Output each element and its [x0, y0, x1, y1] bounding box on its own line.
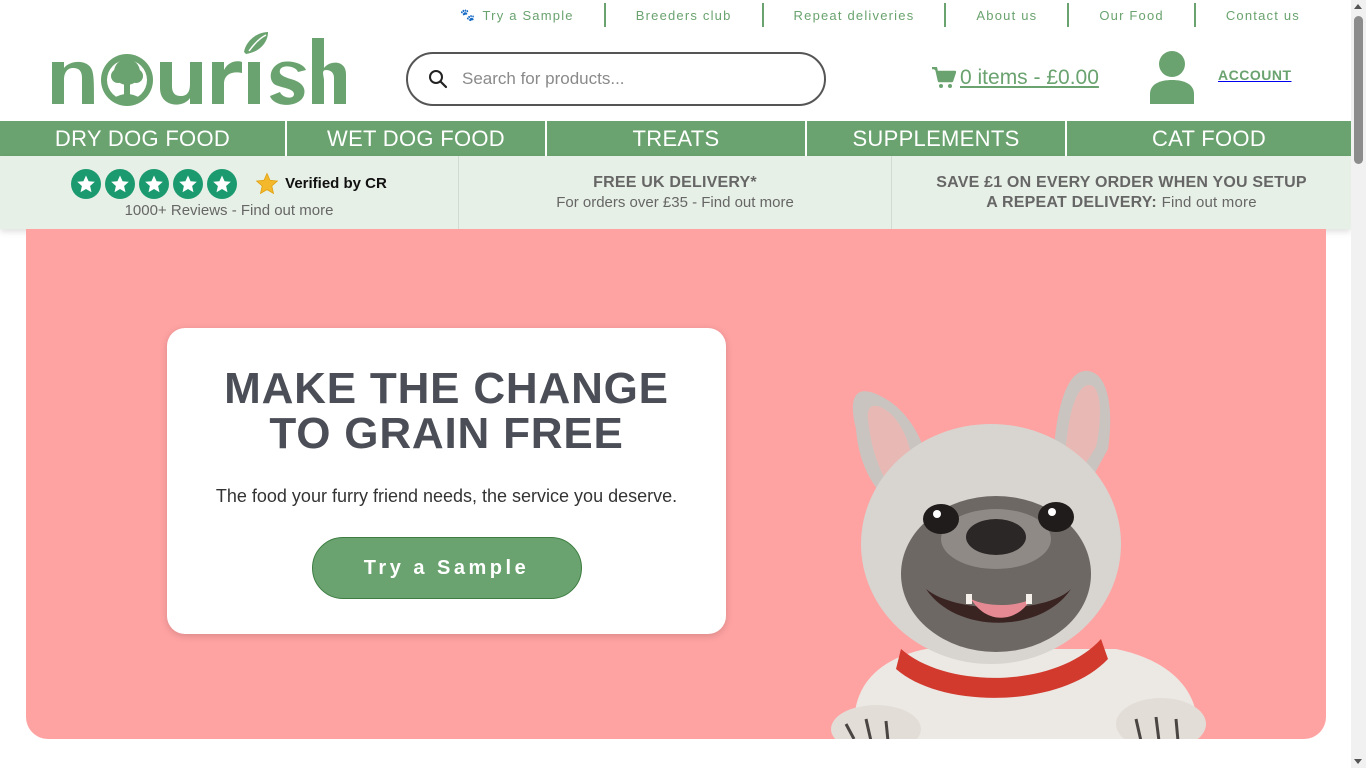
- scroll-up-arrow-icon[interactable]: [1354, 4, 1362, 9]
- french-bulldog-image: [831, 370, 1206, 739]
- utility-link-breeders-club[interactable]: Breeders club: [606, 3, 764, 27]
- hero-subtitle: The food your furry friend needs, the se…: [215, 486, 678, 506]
- category-nav: DRY DOG FOOD WET DOG FOOD TREATS SUPPLEM…: [0, 121, 1351, 156]
- utility-link-label: Our Food: [1099, 7, 1164, 23]
- usp-strip: Verified by CR 1000+ Reviews - Find out …: [0, 156, 1351, 229]
- utility-link-about-us[interactable]: About us: [946, 3, 1070, 27]
- repeat-usp-link: Find out more: [1161, 193, 1257, 211]
- utility-link-repeat-deliveries[interactable]: Repeat deliveries: [764, 3, 947, 27]
- utility-link-label: Repeat deliveries: [793, 7, 915, 23]
- category-supplements[interactable]: SUPPLEMENTS: [807, 121, 1067, 156]
- star-icon: [71, 168, 102, 199]
- search-input[interactable]: [462, 69, 802, 89]
- search-icon[interactable]: [428, 69, 448, 89]
- hero-banner: MAKE THE CHANGE TO GRAIN FREE The food y…: [26, 229, 1326, 739]
- nourish-logo[interactable]: [48, 28, 348, 110]
- product-search: [406, 52, 826, 106]
- paw-icon: 🐾: [460, 8, 477, 22]
- review-stars: Verified by CR: [71, 168, 387, 199]
- logo-graphic: [52, 32, 346, 106]
- page-scrollbar[interactable]: [1351, 0, 1366, 768]
- cart-icon: [932, 67, 956, 88]
- category-wet-dog-food[interactable]: WET DOG FOOD: [287, 121, 547, 156]
- repeat-delivery-usp[interactable]: SAVE £1 ON EVERY ORDER WHEN YOU SETUP A …: [892, 156, 1351, 229]
- delivery-sub: For orders over £35 - Find out more: [556, 194, 794, 211]
- star-icon: [173, 168, 204, 199]
- scrollbar-thumb[interactable]: [1354, 16, 1363, 164]
- cart-summary-text: 0 items - £0.00: [960, 66, 1099, 89]
- star-icon: [139, 168, 170, 199]
- utility-link-label: About us: [976, 7, 1038, 23]
- category-dry-dog-food[interactable]: DRY DOG FOOD: [0, 121, 287, 156]
- hero-card: MAKE THE CHANGE TO GRAIN FREE The food y…: [167, 328, 726, 634]
- star-icon: [105, 168, 136, 199]
- user-icon: [1150, 51, 1194, 104]
- utility-link-try-sample[interactable]: 🐾 Try a Sample: [430, 3, 606, 27]
- repeat-usp-text: SAVE £1 ON EVERY ORDER WHEN YOU SETUP A …: [932, 173, 1312, 213]
- category-treats[interactable]: TREATS: [547, 121, 807, 156]
- utility-link-label: Breeders club: [635, 7, 732, 23]
- category-cat-food[interactable]: CAT FOOD: [1067, 121, 1351, 156]
- verified-badge: Verified by CR: [255, 172, 387, 196]
- utility-link-label: Try a Sample: [482, 7, 574, 23]
- star-icon: [207, 168, 238, 199]
- page: 🐾 Try a Sample Breeders club Repeat deli…: [0, 0, 1366, 768]
- reviews-usp[interactable]: Verified by CR 1000+ Reviews - Find out …: [0, 156, 459, 229]
- cart-summary[interactable]: 0 items - £0.00: [932, 66, 1099, 90]
- reviews-link-text: 1000+ Reviews - Find out more: [124, 201, 334, 219]
- utility-nav: 🐾 Try a Sample Breeders club Repeat deli…: [400, 0, 1352, 30]
- hero-title: MAKE THE CHANGE TO GRAIN FREE: [224, 364, 669, 458]
- try-sample-button[interactable]: Try a Sample: [311, 537, 582, 599]
- utility-link-contact-us[interactable]: Contact us: [1196, 3, 1352, 27]
- account-label: ACCOUNT: [1218, 67, 1292, 83]
- verified-text: Verified by CR: [285, 175, 387, 192]
- delivery-title: FREE UK DELIVERY*: [593, 174, 757, 191]
- delivery-usp[interactable]: FREE UK DELIVERY* For orders over £35 - …: [459, 156, 892, 229]
- gold-star-icon: [255, 172, 279, 194]
- account-link[interactable]: ACCOUNT: [1148, 50, 1292, 104]
- utility-link-label: Contact us: [1225, 7, 1300, 23]
- scroll-down-arrow-icon[interactable]: [1354, 759, 1362, 764]
- utility-link-our-food[interactable]: Our Food: [1069, 3, 1196, 27]
